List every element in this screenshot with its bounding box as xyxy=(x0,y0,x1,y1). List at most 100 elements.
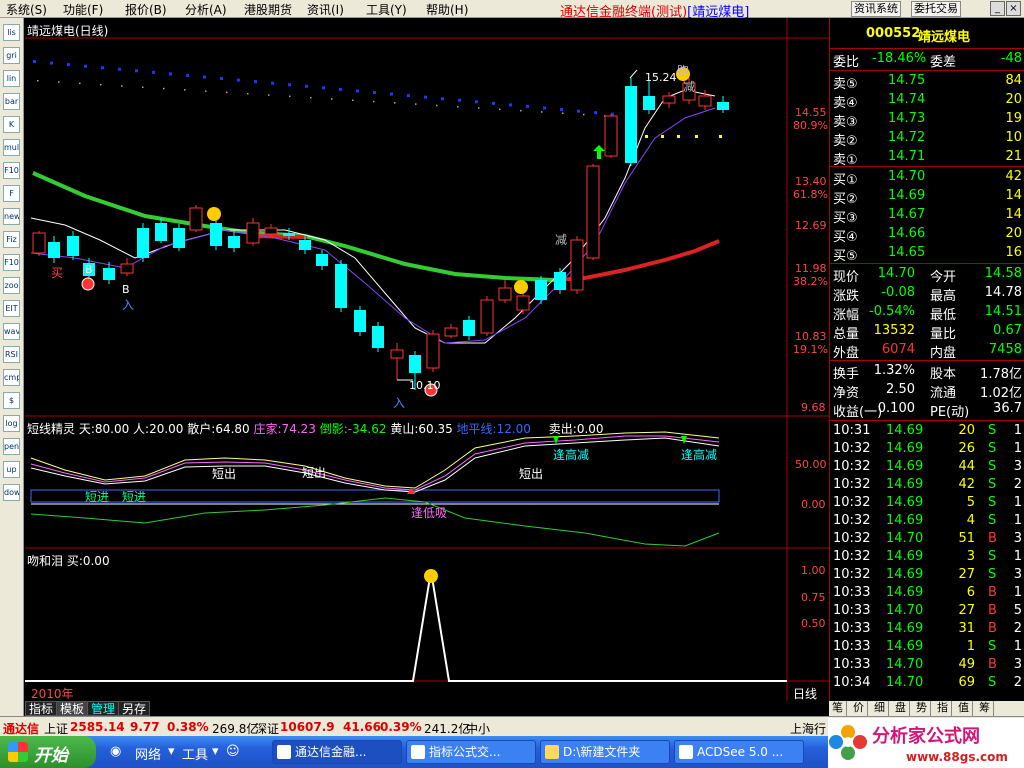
quote-tab[interactable]: 笔 xyxy=(829,701,847,716)
toolbar-grid-icon[interactable]: gri xyxy=(3,47,20,64)
tick-time: 10:32 xyxy=(833,459,871,474)
menu-quote[interactable]: 报价(B) xyxy=(125,1,167,18)
toolbar-f10-icon[interactable]: F10 xyxy=(3,162,20,179)
stat-value: 7458 xyxy=(988,342,1022,357)
start-button[interactable]: 开始 xyxy=(0,736,96,768)
task-formula[interactable]: 指标公式交... xyxy=(406,740,536,764)
tick-count: 1 xyxy=(1013,513,1022,528)
toolbar-eit-icon[interactable]: EIT xyxy=(3,300,20,317)
indicator2-legend: 吻和泪 买:0.00 xyxy=(27,554,110,568)
panel-divider xyxy=(830,70,1024,71)
toolbar-cmp-icon[interactable]: cmp xyxy=(3,369,20,386)
ru-signal-label: 入 xyxy=(122,298,135,312)
buy-level: 买② 14.69 14 xyxy=(830,187,1024,207)
tab-template[interactable]: 模板 xyxy=(56,701,89,716)
level-price: 14.65 xyxy=(888,245,926,260)
quote-tab[interactable]: 筹 xyxy=(976,701,994,716)
toolbar-$-icon[interactable]: $ xyxy=(3,392,20,409)
toolbar-line-icon[interactable]: lin xyxy=(3,70,20,87)
legend-item: 人:20.00 xyxy=(133,422,184,436)
trend-dot xyxy=(478,107,480,109)
toolbar-pencil-icon[interactable]: pen xyxy=(3,438,20,455)
network-menu[interactable]: 网络 xyxy=(135,744,161,763)
toolbar-f-icon[interactable]: F xyxy=(3,185,20,202)
menu-system[interactable]: 系统(S) xyxy=(6,1,47,18)
tick-side: S xyxy=(988,639,997,654)
trend-dot xyxy=(499,108,501,111)
toolbar-multi-icon[interactable]: mul xyxy=(3,139,20,156)
tick-price: 14.69 xyxy=(886,477,924,492)
resistance-dot xyxy=(577,109,580,113)
toolbar-k-icon[interactable]: K xyxy=(3,116,20,133)
quote-tab[interactable]: 细 xyxy=(871,701,889,716)
trend-dot xyxy=(394,102,396,104)
stat-value: 2.50 xyxy=(886,382,915,397)
toolbar-list-icon[interactable]: lis xyxy=(3,24,20,41)
menu-hk-futures[interactable]: 港股期货 xyxy=(244,1,292,18)
app-tray-icon[interactable]: ☺ xyxy=(226,744,240,759)
buy-level: 买④ 14.66 20 xyxy=(830,225,1024,245)
candle-body xyxy=(480,299,494,334)
menu-info[interactable]: 资讯(I) xyxy=(307,1,344,18)
minimize-icon[interactable]: _ xyxy=(990,1,1005,16)
chart-area[interactable]: 靖远煤电(日线) 14.55 80.9% 13.40 61.8% 12.69 1… xyxy=(25,18,829,701)
tab-save-as[interactable]: 另存 xyxy=(118,701,151,716)
ma-line-green xyxy=(32,171,556,282)
tick-time: 10:32 xyxy=(833,495,871,510)
trend-dot xyxy=(79,82,81,85)
toolbar-zoom-icon[interactable]: zoo xyxy=(3,277,20,294)
trade-button[interactable]: 委托交易 xyxy=(911,1,961,17)
low-price-label: 10.10 xyxy=(409,379,441,392)
toolbar-wave-icon[interactable]: wav xyxy=(3,323,20,340)
legend-item: 卖出:0.00 xyxy=(548,422,604,436)
quote-tab[interactable]: 势 xyxy=(913,701,931,716)
support-dot xyxy=(719,135,722,138)
stat-value: 14.70 xyxy=(877,266,915,281)
level-label: 卖⑤ xyxy=(833,77,858,92)
toolbar-bar-icon[interactable]: bar xyxy=(3,93,20,110)
menu-function[interactable]: 功能(F) xyxy=(63,1,103,18)
candle-body xyxy=(426,333,440,369)
smiley-icon xyxy=(424,569,438,583)
info-system-button[interactable]: 资讯系统 xyxy=(851,1,901,17)
trend-dot xyxy=(184,89,186,91)
chevron-down-icon[interactable]: ▾ xyxy=(168,744,175,759)
tick-row: 10:32 14.69 44 S 3 xyxy=(830,458,1024,477)
chevron-down-icon[interactable]: ▾ xyxy=(212,744,219,759)
stock-header: 000552 靖远煤电 xyxy=(830,25,1024,45)
toolbar-up-icon[interactable]: up xyxy=(3,461,20,478)
tick-time: 10:33 xyxy=(833,603,871,618)
tick-side: B xyxy=(988,657,997,672)
tick-row: 10:32 14.69 4 S 1 xyxy=(830,512,1024,531)
toolbar-f10b-icon[interactable]: F10 xyxy=(3,254,20,271)
toolbar-down-icon[interactable]: dow xyxy=(3,484,20,501)
support-dot xyxy=(677,135,680,138)
menu-analysis[interactable]: 分析(A) xyxy=(185,1,227,18)
peak-price-label: 15.24 xyxy=(645,71,677,84)
quote-tab[interactable]: 盘 xyxy=(892,701,910,716)
candle-body xyxy=(137,228,149,258)
toolbar-fiz-icon[interactable]: Fiz xyxy=(3,231,20,248)
quote-tab[interactable]: 价 xyxy=(850,701,868,716)
menu-help[interactable]: 帮助(H) xyxy=(426,1,468,18)
toolbar-news-icon[interactable]: new xyxy=(3,208,20,225)
resistance-dot xyxy=(407,94,410,98)
task-folder[interactable]: D:\新建文件夹 xyxy=(540,740,670,764)
quote-tab[interactable]: 指 xyxy=(934,701,952,716)
tab-indicator[interactable]: 指标 xyxy=(25,701,58,716)
trend-dot xyxy=(226,91,228,94)
tools-menu[interactable]: 工具 xyxy=(182,744,208,763)
toolbar-rsi-icon[interactable]: RSI xyxy=(3,346,20,363)
up-arrow-icon xyxy=(407,488,415,494)
tick-row: 10:34 14.70 69 S 2 xyxy=(830,674,1024,693)
task-acdsee[interactable]: ACDSee 5.0 ... xyxy=(674,740,804,764)
close-icon[interactable]: × xyxy=(1006,1,1021,16)
menu-tools[interactable]: 工具(Y) xyxy=(366,1,407,18)
toolbar-login-icon[interactable]: log xyxy=(3,415,20,432)
candle-body xyxy=(103,268,115,280)
globe-icon[interactable]: ◉ xyxy=(110,744,121,759)
quote-tab[interactable]: 值 xyxy=(955,701,973,716)
task-tdx[interactable]: 通达信金融... xyxy=(272,740,402,764)
tab-manage[interactable]: 管理 xyxy=(87,701,120,716)
sz-change: 41.66 xyxy=(343,720,381,734)
